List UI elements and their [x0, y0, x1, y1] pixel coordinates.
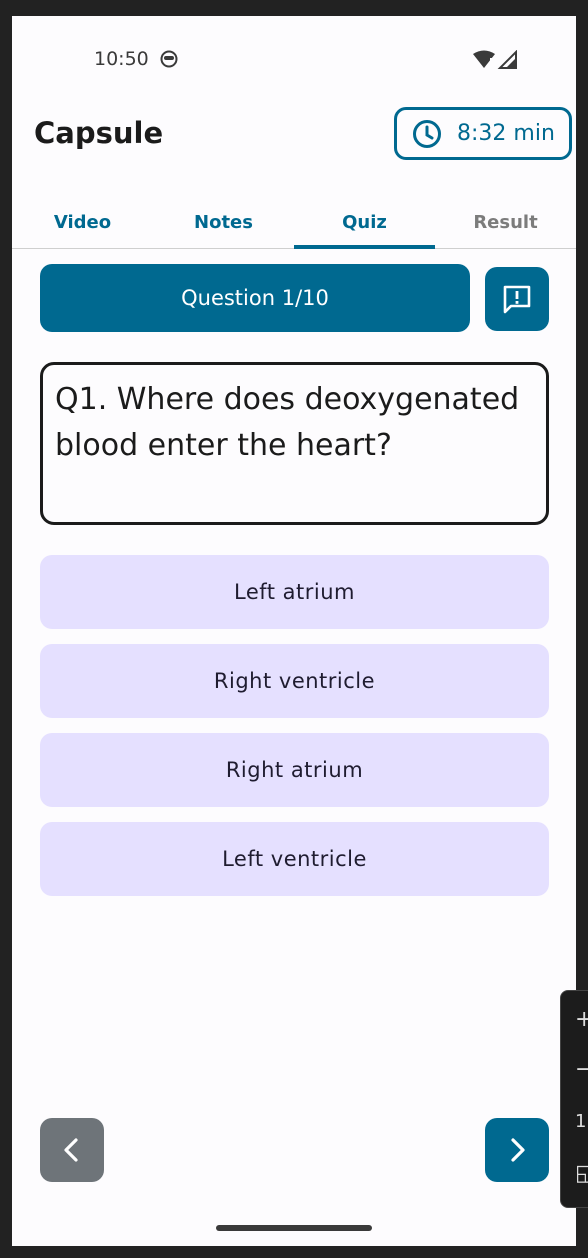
home-indicator[interactable]	[216, 1225, 372, 1231]
zoom-out-button[interactable]: −	[575, 1057, 588, 1082]
tab-video[interactable]: Video	[12, 196, 153, 248]
answer-option[interactable]: Left ventricle	[40, 822, 549, 896]
previous-button[interactable]	[40, 1118, 104, 1182]
status-time: 10:50	[94, 48, 149, 70]
chevron-right-icon	[511, 1138, 525, 1162]
timer-text: 8:32 min	[457, 121, 555, 146]
next-button[interactable]	[485, 1118, 549, 1182]
emulator-toolbar: + − 1: ◱	[560, 990, 588, 1208]
answer-option[interactable]: Left atrium	[40, 555, 549, 629]
chevron-left-icon	[64, 1138, 78, 1162]
feedback-icon	[503, 285, 531, 314]
actual-size-button[interactable]: 1:	[575, 1111, 588, 1132]
signal-wifi-icon	[473, 50, 517, 69]
notification-icon	[160, 50, 178, 68]
clock-icon	[413, 119, 441, 148]
phone-screen: 10:50 Capsule 8:32 min Video Notes Quiz …	[12, 16, 576, 1246]
answer-option[interactable]: Right ventricle	[40, 644, 549, 718]
question-text: Q1. Where does deoxygenated blood enter …	[40, 362, 549, 525]
tab-notes[interactable]: Notes	[153, 196, 294, 248]
tab-bar: Video Notes Quiz Result	[12, 196, 576, 249]
timer-chip: 8:32 min	[394, 107, 572, 160]
answer-option[interactable]: Right atrium	[40, 733, 549, 807]
fit-screen-button[interactable]: ◱	[575, 1161, 588, 1186]
app-title: Capsule	[34, 116, 164, 150]
tab-result[interactable]: Result	[435, 196, 576, 248]
report-button[interactable]	[485, 267, 549, 331]
zoom-in-button[interactable]: +	[575, 1007, 588, 1032]
question-counter: Question 1/10	[40, 264, 470, 332]
tab-quiz[interactable]: Quiz	[294, 196, 435, 249]
